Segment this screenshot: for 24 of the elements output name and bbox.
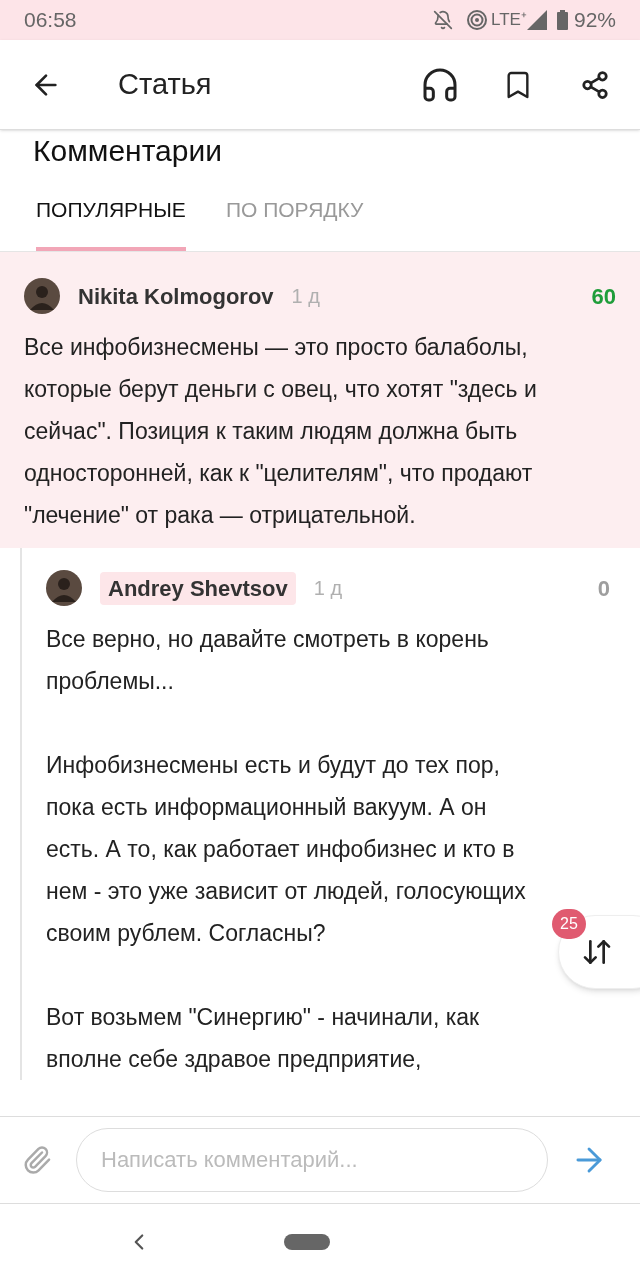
comment-text: Вот возьмем "Синергию" - начинали, как вполне себе здравое предприятие, <box>46 1003 481 1074</box>
avatar-icon <box>24 278 60 314</box>
section-heading: Комментарии <box>33 133 222 169</box>
mute-icon <box>433 10 454 30</box>
network-label: LTE⁺ <box>491 9 527 32</box>
status-time: 06:58 <box>24 7 77 34</box>
signal-icon <box>526 10 547 30</box>
home-pill[interactable] <box>284 1234 330 1250</box>
battery-level: 92% <box>573 7 616 34</box>
battery-icon <box>556 10 568 30</box>
comment-time: 1 д <box>291 284 320 309</box>
hotspot-icon <box>467 10 488 30</box>
share-icon[interactable] <box>580 69 610 100</box>
comment-input[interactable]: Написать комментарий... <box>76 1128 548 1192</box>
comment-score: 60 <box>591 282 616 311</box>
comment-score: 0 <box>597 574 610 603</box>
avatar-icon <box>46 570 82 606</box>
author-name[interactable]: Nikita Kolmogorov <box>78 279 274 313</box>
author-name[interactable]: Andrey Shevtsov <box>100 571 296 605</box>
comment-text: Инфобизнесмены есть и будут до тех пор, пока есть информационный вакуум. А он есть. А то, как работает инфобизнес и кто в нем - это уже зависит от людей, голосующих своим рублем. Согласны? <box>46 751 526 948</box>
comment-time: 1 д <box>313 576 343 601</box>
comment-text: Все верно, но давайте смотреть в корень проблемы... <box>46 625 490 696</box>
screen-title: Статья <box>118 66 212 102</box>
comment-text: Все инфобизнесмены — это просто балаболы, которые берут деньги с овец, что хотят "здесь и сейчас". Позиция к таким людям должна быть односторонней, как к "целителям", что продают "лечение" от рака — отрицательной. <box>24 333 538 530</box>
